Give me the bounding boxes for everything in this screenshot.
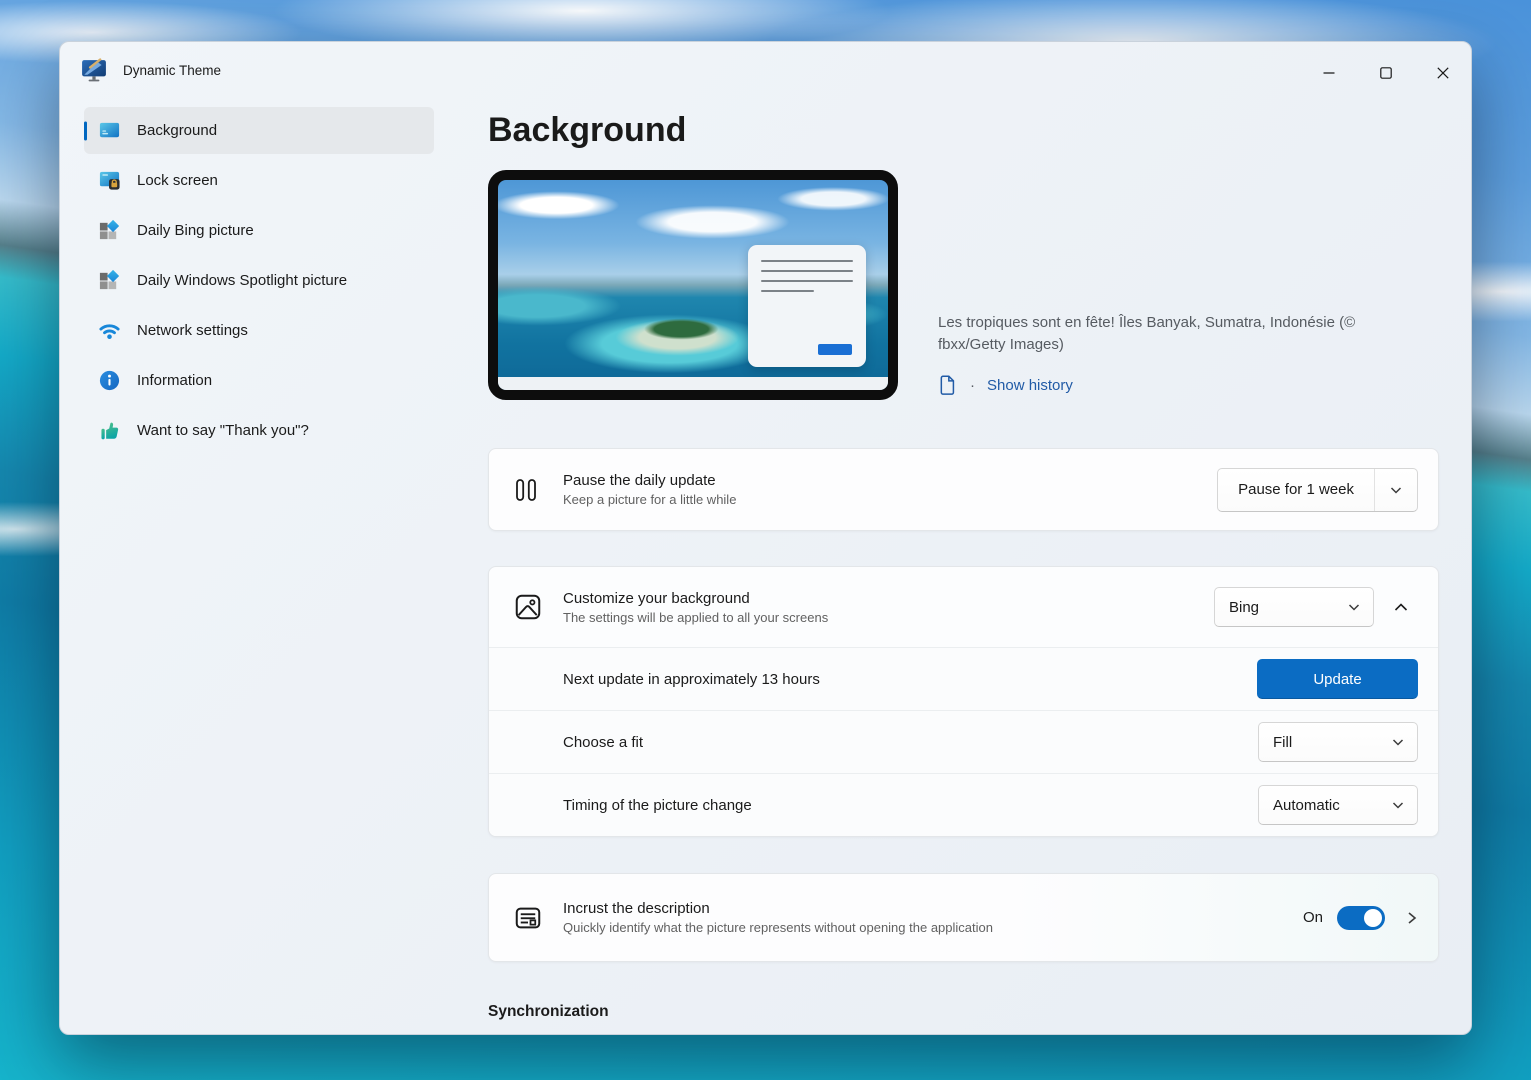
info-icon <box>98 369 121 392</box>
source-dropdown-value: Bing <box>1229 598 1260 616</box>
sidebar-item-label: Lock screen <box>137 172 218 189</box>
sidebar-item-label: Daily Windows Spotlight picture <box>137 272 348 289</box>
customize-header-text: Customize your background The settings w… <box>563 590 1214 625</box>
show-history-link[interactable]: Show history <box>987 377 1073 394</box>
pause-card-text: Pause the daily update Keep a picture fo… <box>563 472 1217 507</box>
fit-dropdown[interactable]: Fill <box>1258 722 1418 762</box>
overlay-line <box>761 280 853 282</box>
sidebar-item-daily-spotlight-picture[interactable]: Daily Windows Spotlight picture <box>84 257 434 304</box>
collapse-section-button[interactable] <box>1384 590 1418 624</box>
incrust-expand-button[interactable] <box>1405 910 1418 926</box>
minimize-icon <box>1323 72 1334 74</box>
preview-details: Les tropiques sont en fête! Îles Banyak,… <box>938 170 1408 400</box>
chevron-down-icon <box>1392 802 1404 809</box>
lock-screen-icon <box>98 169 121 192</box>
preview-taskbar <box>498 377 888 390</box>
timing-dropdown[interactable]: Automatic <box>1258 785 1418 825</box>
pause-duration-split-button: Pause for 1 week <box>1217 467 1418 512</box>
incrust-subtitle: Quickly identify what the picture repres… <box>563 920 993 935</box>
incrust-toggle[interactable] <box>1337 905 1385 930</box>
pause-card-title: Pause the daily update <box>563 472 716 489</box>
choose-fit-row: Choose a fit Fill <box>489 710 1438 773</box>
history-row: · Show history <box>938 374 1408 396</box>
app-title: Dynamic Theme <box>123 63 222 78</box>
overlay-line <box>761 260 853 262</box>
thumbs-up-icon <box>98 419 121 442</box>
update-button[interactable]: Update <box>1257 659 1418 699</box>
sidebar-item-information[interactable]: Information <box>84 357 434 404</box>
fit-dropdown-value: Fill <box>1273 733 1293 751</box>
overlay-line <box>761 270 853 272</box>
open-picture-file-button[interactable] <box>938 374 958 396</box>
sidebar-item-daily-bing-picture[interactable]: Daily Bing picture <box>84 207 434 254</box>
timing-label: Timing of the picture change <box>563 796 752 814</box>
maximize-button[interactable] <box>1357 52 1414 94</box>
timing-row: Timing of the picture change Automatic <box>489 773 1438 836</box>
preview-overlay-card <box>748 245 866 367</box>
sidebar-item-lock-screen[interactable]: Lock screen <box>84 157 434 204</box>
minimize-button[interactable] <box>1300 52 1357 94</box>
pause-card: Pause the daily update Keep a picture fo… <box>488 448 1439 531</box>
maximize-icon <box>1379 67 1392 79</box>
sidebar-item-label: Information <box>137 372 213 389</box>
window-body: Background Lock screen Daily Bing pictur… <box>60 104 1471 1035</box>
next-update-label: Next update in approximately 13 hours <box>563 670 820 688</box>
pause-duration-button[interactable]: Pause for 1 week <box>1218 468 1375 511</box>
pause-card-subtitle: Keep a picture for a little while <box>563 492 737 507</box>
preview-section: Les tropiques sont en fête! Îles Banyak,… <box>488 170 1439 400</box>
chevron-down-icon <box>1392 739 1404 746</box>
spotlight-picture-icon <box>98 269 121 292</box>
preview-screen <box>498 180 888 390</box>
pause-icon <box>513 477 539 503</box>
preview-caption: Les tropiques sont en fête! Îles Banyak,… <box>938 314 1356 353</box>
sidebar: Background Lock screen Daily Bing pictur… <box>60 104 488 1034</box>
separator-dot: · <box>970 376 975 394</box>
page-title: Background <box>488 111 687 149</box>
chevron-down-icon <box>1348 604 1360 611</box>
sidebar-item-background[interactable]: Background <box>84 107 434 154</box>
document-icon <box>940 375 955 395</box>
toggle-state-label: On <box>1302 909 1323 926</box>
synchronization-heading: Synchronization <box>488 1003 609 1020</box>
bing-picture-icon <box>98 219 121 242</box>
window-controls <box>1300 52 1471 94</box>
incrust-card: Incrust the description Quickly identify… <box>488 873 1439 962</box>
description-card-icon <box>513 903 543 933</box>
incrust-title: Incrust the description <box>563 900 710 917</box>
chevron-up-icon <box>1394 602 1408 611</box>
sidebar-item-label: Background <box>137 122 218 139</box>
synchronization-card-partial <box>488 1034 1439 1035</box>
overlay-mini-button <box>818 344 852 355</box>
timing-dropdown-value: Automatic <box>1273 796 1340 814</box>
customize-subtitle: The settings will be applied to all your… <box>563 609 829 625</box>
sidebar-item-network-settings[interactable]: Network settings <box>84 307 434 354</box>
app-icon <box>82 58 106 82</box>
chevron-right-icon <box>1408 911 1417 924</box>
chevron-down-icon <box>1390 486 1402 494</box>
main-content: Background Les tropiques sont en fête! Î… <box>488 104 1471 1035</box>
overlay-line <box>761 290 815 292</box>
customize-header: Customize your background The settings w… <box>489 567 1438 647</box>
sidebar-item-thank-you[interactable]: Want to say "Thank you"? <box>84 407 434 454</box>
choose-fit-label: Choose a fit <box>563 733 644 751</box>
picture-icon <box>513 592 543 622</box>
customize-title: Customize your background <box>563 589 750 607</box>
incrust-card-text: Incrust the description Quickly identify… <box>563 900 1303 935</box>
sidebar-item-label: Daily Bing picture <box>137 222 254 239</box>
background-preview-monitor <box>488 170 898 400</box>
source-dropdown[interactable]: Bing <box>1214 587 1374 627</box>
wifi-icon <box>98 319 121 342</box>
background-picture-icon <box>98 119 121 142</box>
customize-background-group: Customize your background The settings w… <box>488 566 1439 837</box>
close-button[interactable] <box>1414 52 1471 94</box>
sidebar-item-label: Want to say "Thank you"? <box>137 422 309 439</box>
toggle-knob <box>1364 908 1382 927</box>
next-update-row: Next update in approximately 13 hours Up… <box>489 647 1438 710</box>
pause-duration-dropdown[interactable] <box>1375 469 1417 511</box>
titlebar: Dynamic Theme <box>60 42 1471 104</box>
desktop-wallpaper: Dynamic Theme Background Lock screen Dai… <box>0 0 1531 1080</box>
sidebar-item-label: Network settings <box>137 322 248 339</box>
close-icon <box>1436 67 1449 79</box>
app-window: Dynamic Theme Background Lock screen Dai… <box>59 41 1472 1035</box>
